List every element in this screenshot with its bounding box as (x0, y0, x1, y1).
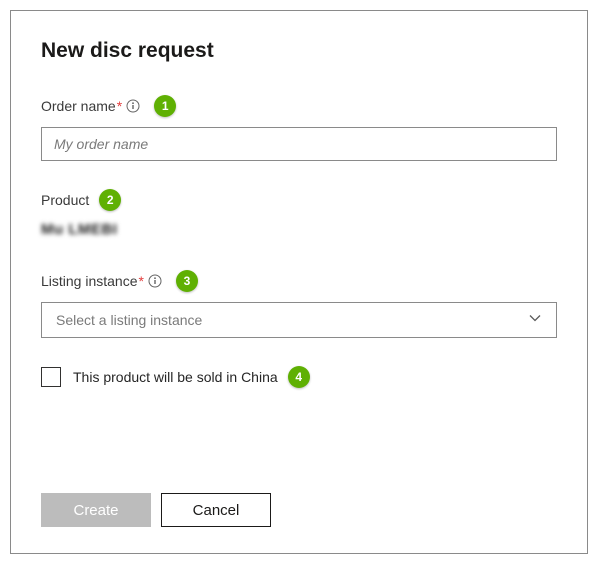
product-field: Product 2 Mu LMEBI (41, 189, 557, 238)
required-asterisk: * (139, 273, 144, 289)
chevron-down-icon (528, 311, 542, 330)
info-icon[interactable] (148, 274, 162, 288)
order-name-label-row: Order name * 1 (41, 95, 557, 117)
sold-in-china-row: This product will be sold in China 4 (41, 366, 557, 388)
sold-in-china-label: This product will be sold in China (73, 369, 278, 385)
listing-instance-label-row: Listing instance * 3 (41, 270, 557, 292)
annotation-badge-4: 4 (288, 366, 310, 388)
listing-instance-field: Listing instance * 3 Select a listing in… (41, 270, 557, 338)
listing-instance-placeholder: Select a listing instance (56, 312, 202, 328)
annotation-badge-3: 3 (176, 270, 198, 292)
listing-instance-label: Listing instance (41, 273, 138, 289)
new-disc-request-panel: New disc request Order name * 1 Product … (10, 10, 588, 554)
order-name-input[interactable] (41, 127, 557, 161)
annotation-badge-1: 1 (154, 95, 176, 117)
product-value: Mu LMEBI (41, 221, 557, 238)
cancel-button[interactable]: Cancel (161, 493, 271, 527)
required-asterisk: * (117, 98, 122, 114)
product-label-row: Product 2 (41, 189, 557, 211)
info-icon[interactable] (126, 99, 140, 113)
order-name-label: Order name (41, 98, 116, 114)
button-row: Create Cancel (41, 493, 271, 527)
sold-in-china-checkbox[interactable] (41, 367, 61, 387)
product-label: Product (41, 192, 89, 208)
order-name-field: Order name * 1 (41, 95, 557, 161)
page-title: New disc request (41, 39, 557, 63)
annotation-badge-2: 2 (99, 189, 121, 211)
create-button[interactable]: Create (41, 493, 151, 527)
listing-instance-select[interactable]: Select a listing instance (41, 302, 557, 338)
